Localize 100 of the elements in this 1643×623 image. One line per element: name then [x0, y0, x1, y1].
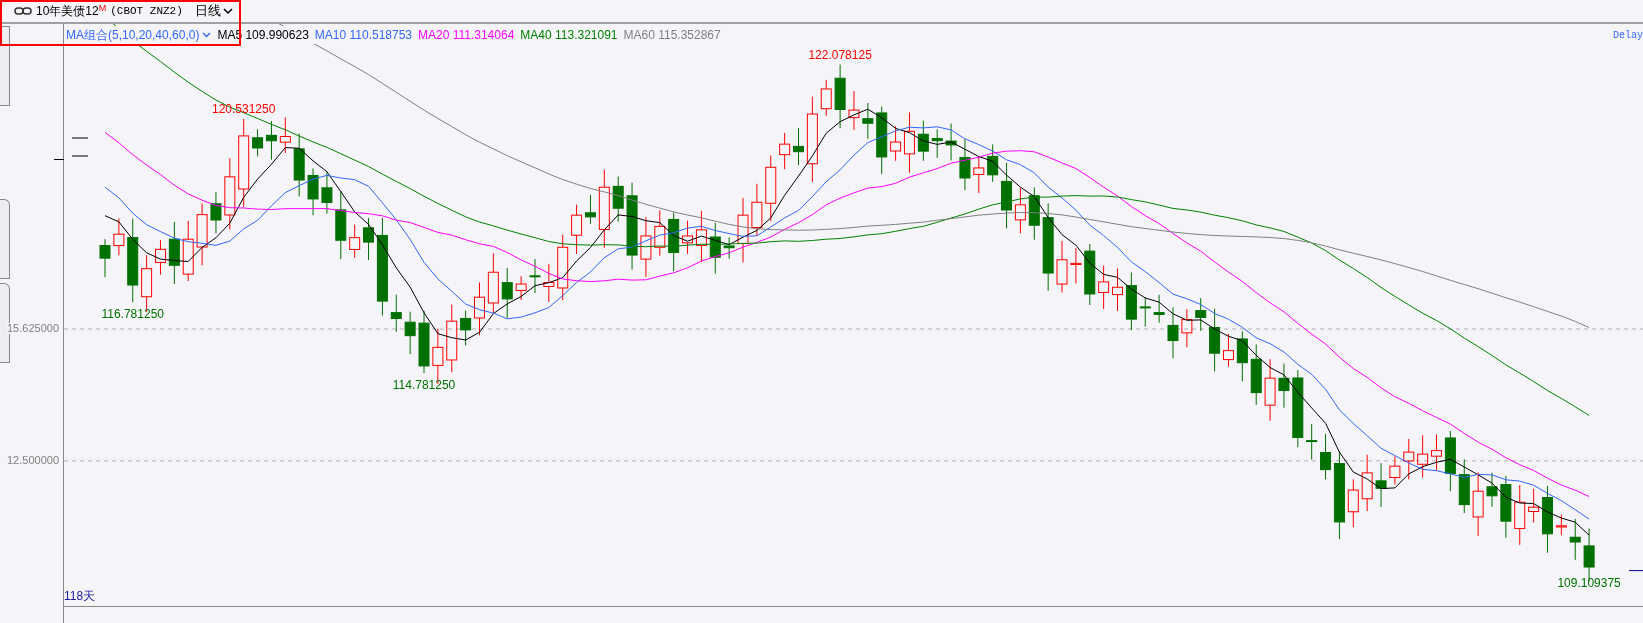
candlestick [654, 209, 666, 257]
ma-legend-value: MA40 113.321091 [520, 27, 618, 44]
candlestick [1070, 247, 1082, 284]
candlestick [876, 106, 888, 175]
candlestick [543, 263, 555, 303]
candlestick [987, 143, 999, 183]
candlestick [265, 120, 277, 161]
candlestick [1139, 296, 1151, 328]
candlestick [640, 216, 652, 278]
candlestick [529, 258, 541, 294]
candlestick [1112, 268, 1123, 312]
candlestick [1306, 423, 1318, 461]
candlestick [751, 183, 763, 237]
candlestick [279, 117, 291, 154]
candlestick [1569, 518, 1581, 561]
candlestick [1181, 308, 1193, 348]
candlestick [1278, 363, 1290, 409]
candlestick [1417, 434, 1429, 479]
candlestick [349, 224, 361, 259]
link-icon [14, 7, 32, 15]
candlestick [709, 222, 721, 275]
candlestick [848, 90, 860, 131]
candlestick [973, 156, 985, 194]
candlestick [487, 252, 499, 314]
candlestick [1389, 455, 1401, 485]
candlestick [1375, 462, 1387, 508]
candlestick [501, 267, 513, 319]
candlestick [959, 138, 971, 191]
side-tab[interactable] [0, 26, 10, 106]
ma-legend-value: MA20 111.314064 [418, 27, 515, 44]
candlestick [1500, 475, 1512, 539]
candlestick [515, 275, 527, 301]
contract-code: (CBOT ZNZ2) [110, 3, 183, 19]
ma-group-selector[interactable]: MA组合(5,10,20,40,60,0) [66, 26, 212, 44]
candlestick [182, 220, 194, 282]
candlestick [335, 190, 347, 260]
candlestick [1084, 243, 1096, 306]
side-tab[interactable] [0, 283, 10, 363]
candlestick [1014, 187, 1026, 234]
candlestick [779, 132, 791, 170]
candlestick [612, 176, 624, 223]
candlestick [1236, 330, 1248, 382]
candlestick [765, 155, 777, 222]
candlestick [1250, 344, 1262, 406]
candlestick [99, 238, 111, 278]
candlestick [446, 304, 458, 373]
candlestick [390, 294, 402, 333]
candlestick [321, 171, 333, 214]
candlestick [1458, 458, 1470, 514]
candlestick [1472, 471, 1484, 537]
side-tab[interactable] [0, 199, 10, 279]
low-price-label: 109.109375 [1557, 576, 1621, 590]
y-axis-label: 12.500000 [7, 454, 59, 466]
high-price-label: 122.078125 [808, 47, 872, 62]
candlestick [1403, 438, 1415, 480]
candlestick [1264, 358, 1276, 422]
candlestick [1001, 162, 1013, 229]
day-count: 118天 [64, 588, 96, 605]
candlestick [931, 128, 943, 159]
candlestick [945, 123, 957, 161]
candlestick [1153, 294, 1165, 324]
price-tick [54, 159, 64, 160]
candlestick [737, 197, 749, 263]
candlestick [1528, 488, 1540, 524]
ma-legend-value: MA10 110.518753 [314, 27, 412, 44]
candlestick [862, 102, 874, 140]
candlestick [1514, 484, 1526, 546]
candlestick [210, 191, 222, 234]
candlestick [820, 79, 832, 117]
candlestick [1542, 485, 1553, 554]
candlestick [404, 311, 416, 355]
candlestick [1444, 430, 1456, 492]
candlestick [1167, 306, 1179, 359]
candlestick [834, 64, 846, 129]
candlestick [1431, 433, 1442, 472]
candlestick [1056, 240, 1068, 293]
low-price-label: 114.781250 [392, 377, 456, 392]
candlestick [557, 234, 569, 301]
instrument-name: 10年美债12$^{M}$ [36, 2, 107, 20]
candlestick [917, 120, 929, 162]
candlestick [1347, 478, 1359, 528]
candlestick [196, 203, 208, 266]
chevron-down-icon [202, 32, 212, 38]
candlestick [418, 310, 430, 374]
candlestick [168, 221, 180, 285]
candlestick [1195, 297, 1207, 332]
candlestick [1098, 265, 1110, 310]
candlestick [723, 236, 735, 260]
candlestick [793, 127, 804, 166]
chevron-down-icon [222, 7, 233, 15]
candlestick [1361, 454, 1373, 512]
y-axis-label: 15.625000 [7, 323, 59, 334]
candlestick [668, 211, 680, 272]
period-dropdown[interactable]: 日线 [194, 1, 233, 21]
candlestick [474, 281, 485, 336]
candlestick [1555, 514, 1567, 536]
low-price-label: 116.781250 [101, 307, 164, 322]
candlestick [155, 239, 166, 276]
candlestick [113, 217, 125, 256]
candlestick [293, 133, 305, 197]
